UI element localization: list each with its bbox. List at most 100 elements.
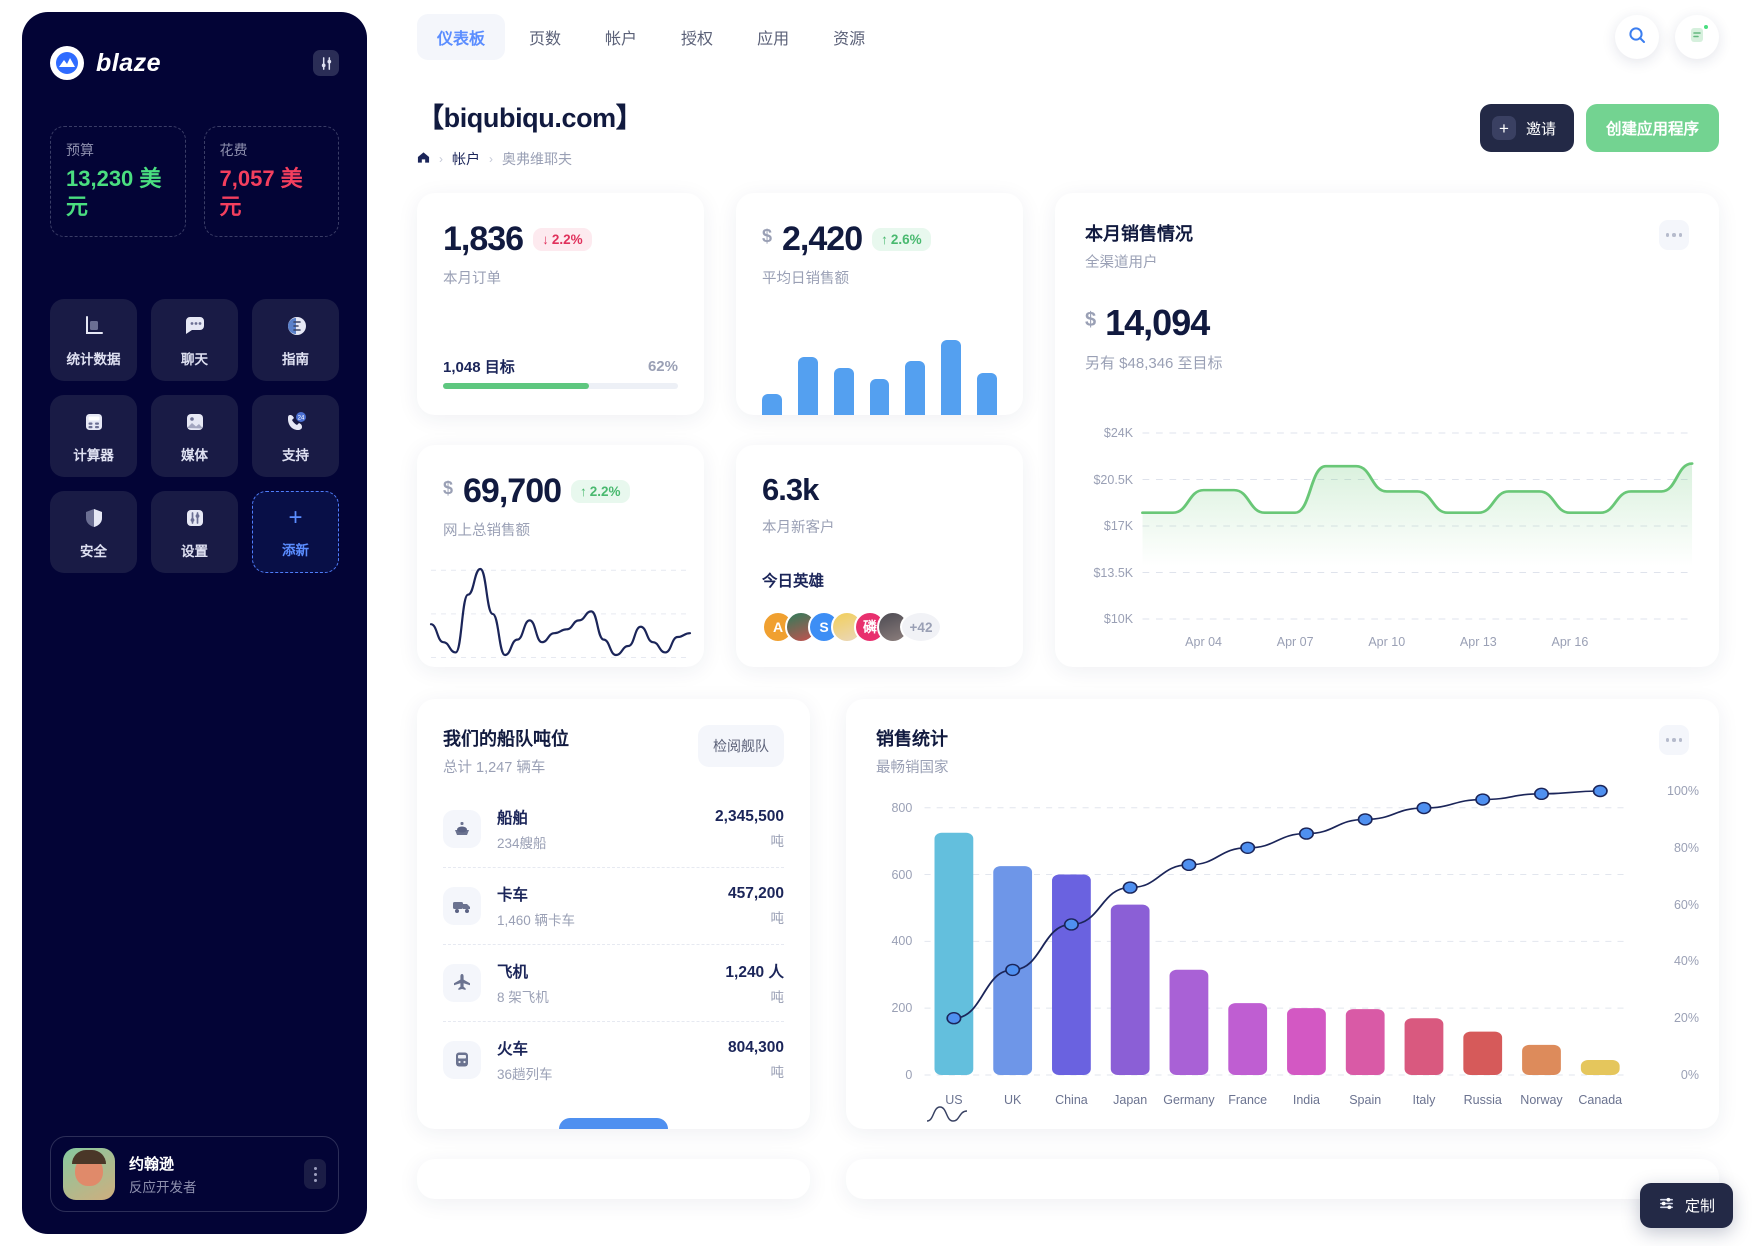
fleet-subtitle: 总计 1,247 辆车 (443, 760, 546, 776)
invite-button-label: 邀请 (1525, 120, 1556, 138)
truck-icon (443, 887, 481, 925)
sidebar-tile-support[interactable]: 24 支持 (252, 395, 339, 477)
profile-name: 约翰逊 (129, 1155, 175, 1173)
sidebar-tile-media[interactable]: 媒体 (151, 395, 238, 477)
fleet-row-value: 1,240 人 (725, 964, 784, 981)
online-sales-delta-badge: ↑ 2.2% (571, 480, 630, 503)
page-header-actions: + 邀请 创建应用程序 (1479, 104, 1719, 152)
tab-accounts[interactable]: 帐户 (585, 14, 657, 60)
currency-symbol: $ (443, 478, 454, 498)
sidebar-tile-label: 支持 (282, 447, 309, 463)
sidebar-tile-label: 安全 (80, 543, 107, 559)
fleet-row-name: 火车 (497, 1041, 529, 1058)
orders-goal-percent: 62% (647, 358, 678, 375)
fleet-row-text: 卡车 1,460 辆卡车 (497, 883, 575, 929)
svg-text:24: 24 (297, 415, 304, 421)
sales-statistics-titles: 销售统计 最畅销国家 (876, 725, 949, 777)
card-monthly-sales: 本月销售情况 全渠道用户 $ 14,094 另有 $48,346 至目标 $24… (1055, 193, 1719, 667)
tab-dashboard[interactable]: 仪表板 (417, 14, 506, 60)
arrow-up-icon: ↑ (881, 232, 888, 247)
below-fold-cards (417, 1159, 1719, 1199)
tab-pages[interactable]: 页数 (509, 14, 581, 60)
brand[interactable]: blaze (50, 46, 161, 80)
heroes-title: 今日英雄 (762, 573, 825, 590)
bar (869, 379, 890, 415)
card-sales-statistics: 销售统计 最畅销国家 0 0% 200 20% 400 40% 600 60% 800 80% 10… (846, 699, 1719, 1129)
orders-delta-badge: ↓ 2.2% (533, 228, 592, 251)
table-row[interactable]: 船舶 234艘船 2,345,500 吨 (443, 791, 784, 868)
online-sales-value: 69,700 (463, 472, 562, 510)
avg-sales-value: 2,420 (782, 220, 863, 258)
kebab-menu-icon[interactable] (304, 1159, 326, 1189)
bar-chart-icon (81, 313, 107, 339)
sidebar-tile-guide[interactable]: 指南 (252, 299, 339, 381)
breadcrumb-separator: › (489, 152, 493, 166)
heroes-avatar-group: A S 磷 +42 (762, 611, 942, 643)
sidebar-tile-settings[interactable]: 设置 (151, 491, 238, 573)
table-row[interactable]: 飞机 8 架飞机 1,240 人 吨 (443, 945, 784, 1022)
chat-bubble-icon (182, 313, 208, 339)
card-orders: 1,836 ↓ 2.2% 本月订单 1,048 目标 62% (417, 193, 704, 415)
currency-symbol: $ (1085, 309, 1097, 331)
kebab-menu-icon[interactable] (1659, 725, 1689, 755)
monthly-sales-header: 本月销售情况 全渠道用户 (1085, 220, 1689, 272)
sidebar-header: blaze (50, 46, 339, 80)
tab-resources[interactable]: 资源 (813, 14, 885, 60)
notes-button[interactable] (1675, 15, 1719, 59)
fleet-row-values: 804,300 吨 (728, 1039, 784, 1081)
new-customers-subtitle: 本月新客户 (762, 520, 835, 536)
avatar (63, 1148, 115, 1200)
breadcrumb-item-accounts[interactable]: 帐户 (452, 149, 480, 169)
card-avg-daily-sales: $ 2,420 ↑ 2.6% 平均日销售额 (736, 193, 1023, 415)
customize-button[interactable]: 定制 (1639, 1183, 1733, 1228)
create-app-button[interactable]: 创建应用程序 (1585, 104, 1719, 152)
orders-value: 1,836 (443, 220, 524, 258)
budget-label: 预算 (66, 142, 94, 158)
sidebar-tile-chat[interactable]: 聊天 (151, 299, 238, 381)
tab-apps[interactable]: 应用 (737, 14, 809, 60)
profile-text: 约翰逊 反应开发者 (129, 1153, 197, 1196)
sidebar-tile-label: 指南 (282, 351, 309, 367)
sidebar-tile-stats[interactable]: 统计数据 (50, 299, 137, 381)
spend-card: 花费 7,057 美元 (203, 126, 339, 237)
kebab-menu-icon[interactable] (1659, 220, 1689, 250)
sidebar-tile-calculator[interactable]: 计算器 (50, 395, 137, 477)
sidebar-tile-label: 媒体 (181, 447, 208, 463)
page-header: 【biqubiqu.com】 › 帐户 › 奥弗维耶夫 + 邀请 创建应用程序 (417, 96, 1719, 169)
fleet-row-text: 飞机 8 架飞机 (497, 960, 549, 1006)
inspect-fleet-button[interactable]: 检阅舰队 (698, 725, 784, 767)
avg-sales-value-row: $ 2,420 ↑ 2.6% (762, 220, 997, 259)
home-icon[interactable] (417, 151, 430, 167)
invite-button[interactable]: + 邀请 (1479, 104, 1574, 152)
orders-value-row: 1,836 ↓ 2.2% (443, 220, 678, 259)
calculator-icon (81, 409, 107, 435)
add-vehicle-button[interactable]: 添加车辆 (559, 1118, 668, 1129)
bar (797, 356, 818, 415)
table-row[interactable]: 火车 36趟列车 804,300 吨 (443, 1022, 784, 1098)
sidebar-tile-security[interactable]: 安全 (50, 491, 137, 573)
monthly-sales-titles: 本月销售情况 全渠道用户 (1085, 220, 1193, 272)
monthly-sales-subtitle: 全渠道用户 (1085, 255, 1158, 271)
fleet-row-unit: 吨 (770, 1065, 785, 1080)
sidebar-tile-add-new[interactable]: + 添新 (252, 491, 339, 573)
fleet-row-name: 卡车 (497, 887, 529, 904)
profile-role: 反应开发者 (129, 1179, 197, 1195)
fleet-row-value: 457,200 (727, 885, 784, 902)
shield-icon (81, 505, 107, 531)
spend-label: 花费 (219, 142, 248, 158)
monthly-sales-area-chart: $24K $20.5K $17K $13.5K $10K Apr 04 Apr 07 Apr … (1073, 423, 1701, 653)
tab-authorization[interactable]: 授权 (661, 14, 733, 60)
sidebar-profile[interactable]: 约翰逊 反应开发者 (50, 1136, 339, 1212)
table-row[interactable]: 卡车 1,460 辆卡车 457,200 吨 (443, 868, 784, 945)
online-sales-subtitle: 网上总销售额 (443, 523, 530, 539)
search-button[interactable] (1615, 15, 1659, 59)
avatar-overflow-count[interactable]: +42 (900, 611, 942, 643)
sidebar-tile-label: 计算器 (73, 447, 114, 463)
sliders-icon[interactable] (313, 50, 339, 76)
breadcrumb-separator: › (439, 152, 443, 166)
avg-sales-delta-badge: ↑ 2.6% (872, 228, 931, 251)
topbar-actions (1615, 15, 1719, 59)
bar (905, 361, 926, 415)
orders-goal-label: 1,048 目标 (443, 359, 515, 376)
